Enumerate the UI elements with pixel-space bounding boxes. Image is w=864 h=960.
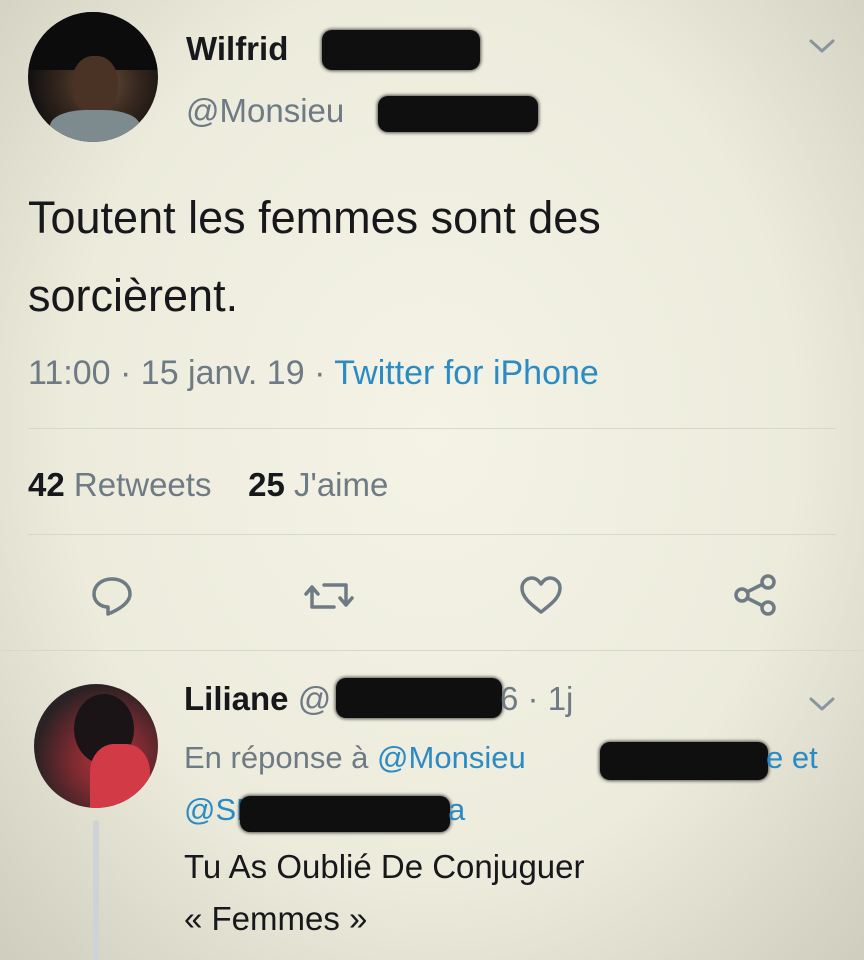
retweets-stat[interactable]: 42 Retweets [28,466,211,503]
retweets-count: 42 [28,466,65,503]
meta-separator: · [120,354,132,392]
reply-author-avatar[interactable] [34,684,158,808]
like-icon[interactable] [518,574,564,616]
mention-link-tail: a [448,792,465,828]
reply-handle-tail: 6 · 1j [500,680,573,718]
reply-icon[interactable] [90,574,134,618]
meta-separator: · [314,354,326,392]
tweet-text-line2: sorcièrent. [28,270,239,321]
in-reply-tail: e et [766,740,818,776]
divider [28,428,836,429]
tweet-text-line1: Toutent les femmes sont des [28,192,601,243]
redaction-bar [378,96,538,132]
mention-link-tail[interactable]: e [766,740,783,775]
retweets-label: Retweets [73,466,212,503]
redaction-bar [336,678,502,718]
retweet-icon[interactable] [304,576,354,616]
and-label: et [791,740,818,775]
divider [28,534,836,535]
likes-count: 25 [248,466,285,503]
in-reply-to: En réponse à @Monsieu [184,740,526,776]
in-reply-label: En réponse à [184,740,369,775]
redaction-bar [322,30,480,70]
meta-separator: · [527,680,539,717]
tweet-source-link[interactable]: Twitter for iPhone [334,354,599,392]
reply-age: 1j [547,680,574,717]
reply-author-handle-start[interactable]: @ [298,680,332,717]
thread-line [93,820,99,960]
reply-author-handle-end: 6 [500,680,519,717]
chevron-down-icon[interactable] [808,36,836,61]
chevron-down-icon[interactable] [808,694,836,719]
author-name[interactable]: Wilfrid [186,30,288,68]
tweet-date: 15 janv. 19 [140,354,305,392]
redaction-bar [240,796,450,832]
redaction-bar [600,742,768,780]
likes-label: J'aime [294,466,389,503]
tweet-stats: 42 Retweets 25 J'aime [28,466,388,504]
mention2-tail[interactable]: a [448,792,465,827]
tweet-meta: 11:00 · 15 janv. 19 · Twitter for iPhone [28,354,599,393]
author-avatar[interactable] [28,12,158,142]
tweet-time: 11:00 [28,354,111,392]
divider [0,650,864,651]
author-handle[interactable]: @Monsieu [186,92,344,130]
share-icon[interactable] [732,572,778,618]
mention-link[interactable]: @Monsieu [377,740,526,775]
reply-header: Liliane @ [184,680,331,718]
likes-stat[interactable]: 25 J'aime [248,466,388,503]
reply-text-line2: « Femmes » [184,900,368,937]
reply-text-line1: Tu As Oublié De Conjuguer [184,848,585,885]
reply-author-name[interactable]: Liliane [184,680,289,717]
